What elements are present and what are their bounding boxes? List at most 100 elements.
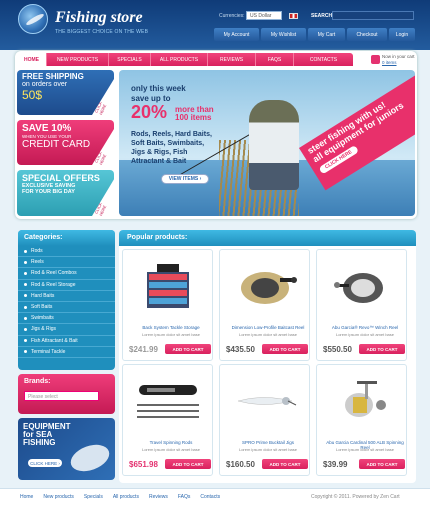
nav-specials[interactable]: SPECIALS xyxy=(109,53,151,66)
banner-percent: 20% xyxy=(131,102,168,122)
product-name[interactable]: Back System Tackle Storage xyxy=(129,325,213,330)
sea-fishing-banner[interactable]: EQUIPMENT for SEA FISHING CLICK HERE › xyxy=(18,418,115,480)
nav-home[interactable]: HOME xyxy=(17,53,47,66)
product-price: $241.99 xyxy=(129,345,158,354)
category-rod-reel-combos[interactable]: Rod & Reel Combos xyxy=(18,268,115,280)
add-to-cart-button[interactable]: ADD TO CART xyxy=(165,459,211,469)
product-desc: Lorem ipsum dolor sit amet base xyxy=(335,447,395,452)
footer-link-reviews[interactable]: Reviews xyxy=(149,494,168,500)
nav-contacts[interactable]: CONTACTS xyxy=(294,53,353,66)
promo-value: 50$ xyxy=(22,88,43,102)
hero-banner[interactable]: only this week save up to 20% more than 1… xyxy=(119,70,415,216)
logo-text[interactable]: Fishing store xyxy=(55,9,143,27)
fisherman-image xyxy=(249,100,299,190)
search-input[interactable] xyxy=(332,11,414,20)
currencies-label: Currencies: xyxy=(219,13,245,19)
product-name[interactable]: SPRO Prime Bucktail Jigs xyxy=(226,440,310,445)
category-terminal-tackle[interactable]: Terminal Tackle xyxy=(18,347,115,358)
add-to-cart-button[interactable]: ADD TO CART xyxy=(165,344,211,354)
promo-title: FREE SHIPPING xyxy=(22,72,84,81)
nav-all-products[interactable]: ALL PRODUCTS xyxy=(151,53,208,66)
footer xyxy=(0,488,430,516)
promo-title: SAVE 10% xyxy=(22,123,72,134)
product-card[interactable]: Abu Garcia® Revo™ Winch Reel Lorem ipsum… xyxy=(316,249,407,361)
product-desc: Lorem ipsum dolor sit amet base xyxy=(238,332,298,337)
product-price: $39.99 xyxy=(323,460,348,469)
banner-line1: only this week xyxy=(131,84,186,93)
footer-link-new-products[interactable]: New products xyxy=(43,494,74,500)
promo-free-shipping[interactable]: FREE SHIPPING on orders over 50$ CLICK H… xyxy=(17,70,114,115)
footer-link-faqs[interactable]: FAQs xyxy=(178,494,191,500)
uk-flag-icon[interactable] xyxy=(289,13,298,19)
logo-icon[interactable] xyxy=(18,4,48,34)
product-price: $435.50 xyxy=(226,345,255,354)
category-rod-reel-storage[interactable]: Rod & Reel Storage xyxy=(18,280,115,291)
login-link[interactable]: Login xyxy=(389,28,415,41)
currency-select[interactable]: US Dollar xyxy=(246,11,282,20)
product-card[interactable]: Travel Spinning Rods Lorem ipsum dolor s… xyxy=(122,364,213,476)
my-account-link[interactable]: My Account xyxy=(214,28,259,41)
banner-line4: 100 items xyxy=(175,113,212,122)
promo-value: CREDIT CARD xyxy=(22,139,91,150)
spinning-reel-image[interactable] xyxy=(327,375,397,427)
category-hard-baits[interactable]: Hard Baits xyxy=(18,291,115,302)
cart-summary[interactable]: Now in your cart 0 items xyxy=(371,53,415,69)
category-swimbaits[interactable]: Swimbaits xyxy=(18,313,115,325)
category-fish-attractant[interactable]: Fish Attractant & Bait xyxy=(18,336,115,347)
product-name[interactable]: Travel Spinning Rods xyxy=(129,440,213,445)
product-desc: Lorem ipsum dolor sit amet base xyxy=(141,332,201,337)
tackle-box-image[interactable] xyxy=(133,260,203,312)
checkout-link[interactable]: Checkout xyxy=(347,28,387,41)
promo-corner-label: CLICK HERE xyxy=(93,201,108,217)
product-card[interactable]: Dimension Low-Profile Baitcast Reel Lore… xyxy=(219,249,310,361)
promo-save-10[interactable]: SAVE 10% WHEN YOU USE YOUR CREDIT CARD C… xyxy=(17,120,114,165)
add-to-cart-button[interactable]: ADD TO CART xyxy=(359,459,405,469)
cart-count[interactable]: 0 items xyxy=(382,60,397,65)
tagline: THE BIGGEST CHOICE ON THE WEB xyxy=(55,29,149,35)
banner-list-item: Jigs & Rigs, Fish xyxy=(131,149,188,156)
my-wishlist-link[interactable]: My Wishlist xyxy=(261,28,306,41)
categories-title: Categories: xyxy=(18,230,115,246)
eq-click-here-button[interactable]: CLICK HERE › xyxy=(28,459,62,467)
footer-link-home[interactable]: Home xyxy=(20,494,33,500)
footer-links: Home New products Specials All products … xyxy=(20,494,230,500)
product-desc: Lorem ipsum dolor sit amet base xyxy=(335,332,395,337)
add-to-cart-button[interactable]: ADD TO CART xyxy=(262,459,308,469)
ribbon-line1: steer fishing with us! xyxy=(305,99,388,156)
footer-link-contacts[interactable]: Contacts xyxy=(200,494,220,500)
nav-reviews[interactable]: REVIEWS xyxy=(208,53,256,66)
category-reels[interactable]: Reels xyxy=(18,257,115,269)
category-soft-baits[interactable]: Soft Baits xyxy=(18,302,115,314)
promo-special-offers[interactable]: SPECIAL OFFERS EXCLUSIVE SAVING FOR YOUR… xyxy=(17,170,114,216)
banner-list: Rods, Reels, Hard Baits, Soft Baits, Swi… xyxy=(131,130,212,166)
product-name[interactable]: Abu Garcia® Revo™ Winch Reel xyxy=(323,325,407,330)
footer-link-specials[interactable]: Specials xyxy=(84,494,103,500)
bucktail-jig-image[interactable] xyxy=(230,375,300,427)
category-jigs-rigs[interactable]: Jigs & Rigs xyxy=(18,324,115,336)
add-to-cart-button[interactable]: ADD TO CART xyxy=(262,344,308,354)
brands-select[interactable]: Please select xyxy=(24,391,99,401)
main-nav: HOME NEW PRODUCTS SPECIALS ALL PRODUCTS … xyxy=(17,53,353,66)
my-cart-link[interactable]: My Cart xyxy=(308,28,345,41)
winch-reel-image[interactable] xyxy=(327,260,397,312)
brands-box: Brands: Please select xyxy=(18,374,115,414)
footer-link-all-products[interactable]: All products xyxy=(113,494,139,500)
baitcast-reel-image[interactable] xyxy=(230,260,300,312)
search-label: SEARCH: xyxy=(311,13,334,19)
spinning-rods-image[interactable] xyxy=(133,375,203,427)
brands-title: Brands: xyxy=(24,378,51,385)
view-items-button[interactable]: VIEW ITEMS › xyxy=(161,174,209,184)
category-rods[interactable]: Rods xyxy=(18,246,115,258)
product-name[interactable]: Dimension Low-Profile Baitcast Reel xyxy=(226,325,310,330)
product-desc: Lorem ipsum dolor sit amet base xyxy=(141,447,201,452)
add-to-cart-button[interactable]: ADD TO CART xyxy=(359,344,405,354)
popular-products: Popular products: Back System Tackle Sto… xyxy=(119,230,416,483)
cart-icon[interactable] xyxy=(371,55,380,64)
header: Fishing store THE BIGGEST CHOICE ON THE … xyxy=(0,0,430,50)
product-card[interactable]: SPRO Prime Bucktail Jigs Lorem ipsum dol… xyxy=(219,364,310,476)
nav-new-products[interactable]: NEW PRODUCTS xyxy=(47,53,109,66)
nav-faqs[interactable]: FAQS xyxy=(256,53,294,66)
product-card[interactable]: Back System Tackle Storage Lorem ipsum d… xyxy=(122,249,213,361)
product-card[interactable]: Abu Garcia Cardinal 500 ALB Spinning Ree… xyxy=(316,364,407,476)
product-price: $651.98 xyxy=(129,460,158,469)
